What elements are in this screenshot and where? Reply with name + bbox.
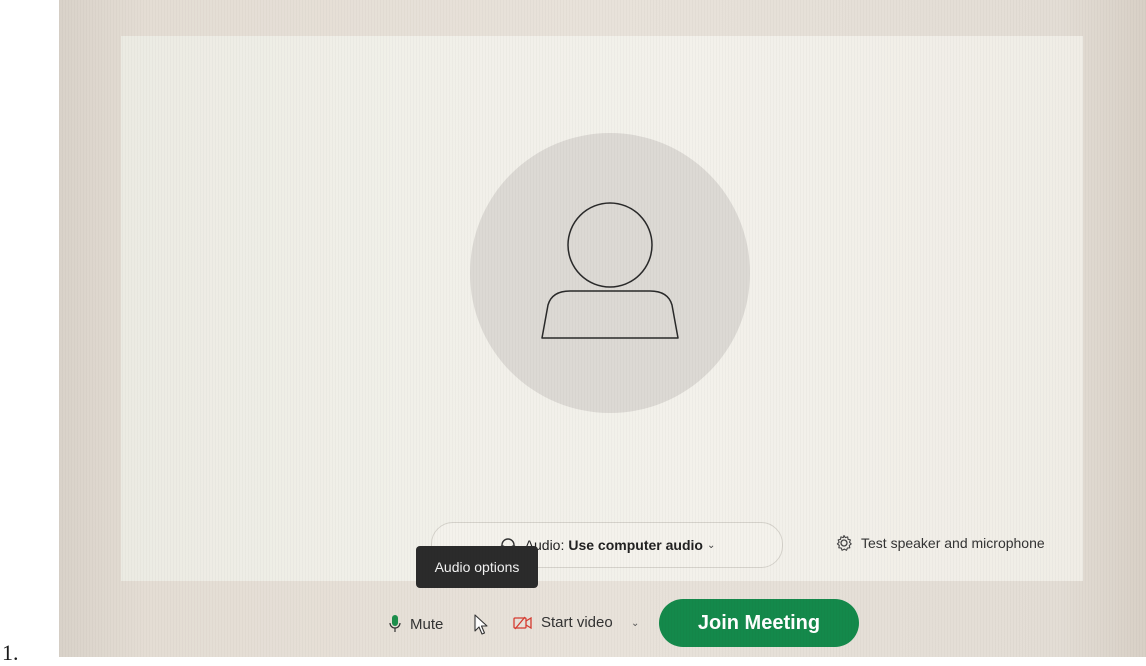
audio-value: Use computer audio: [568, 537, 703, 553]
audio-options-tooltip: Audio options: [416, 546, 538, 588]
test-speaker-microphone-link[interactable]: Test speaker and microphone: [835, 534, 1045, 552]
test-speaker-label: Test speaker and microphone: [861, 535, 1045, 551]
start-video-label: Start video: [541, 614, 613, 631]
meeting-toolbar: Mute ⌄ Start video ⌄ Join Meeting: [59, 590, 1146, 657]
tooltip-text: Audio options: [434, 559, 520, 575]
microphone-icon: [389, 614, 401, 634]
person-icon: [541, 202, 679, 339]
gear-icon: [835, 534, 853, 552]
meeting-preview-photo: Audio: Use computer audio ⌄ Test speaker…: [59, 0, 1146, 657]
video-options-chevron[interactable]: ⌄: [631, 618, 639, 629]
avatar: [470, 133, 750, 413]
video-preview-area: Audio: Use computer audio ⌄ Test speaker…: [121, 36, 1083, 581]
video-off-icon: [513, 615, 533, 631]
start-video-button[interactable]: Start video: [513, 614, 613, 631]
mouse-cursor-icon: [473, 614, 489, 641]
mute-button[interactable]: Mute: [389, 614, 443, 634]
list-number: 1.: [2, 640, 19, 665]
join-meeting-button[interactable]: Join Meeting: [659, 599, 859, 647]
mute-label: Mute: [410, 615, 444, 633]
chevron-down-icon: ⌄: [706, 539, 716, 551]
